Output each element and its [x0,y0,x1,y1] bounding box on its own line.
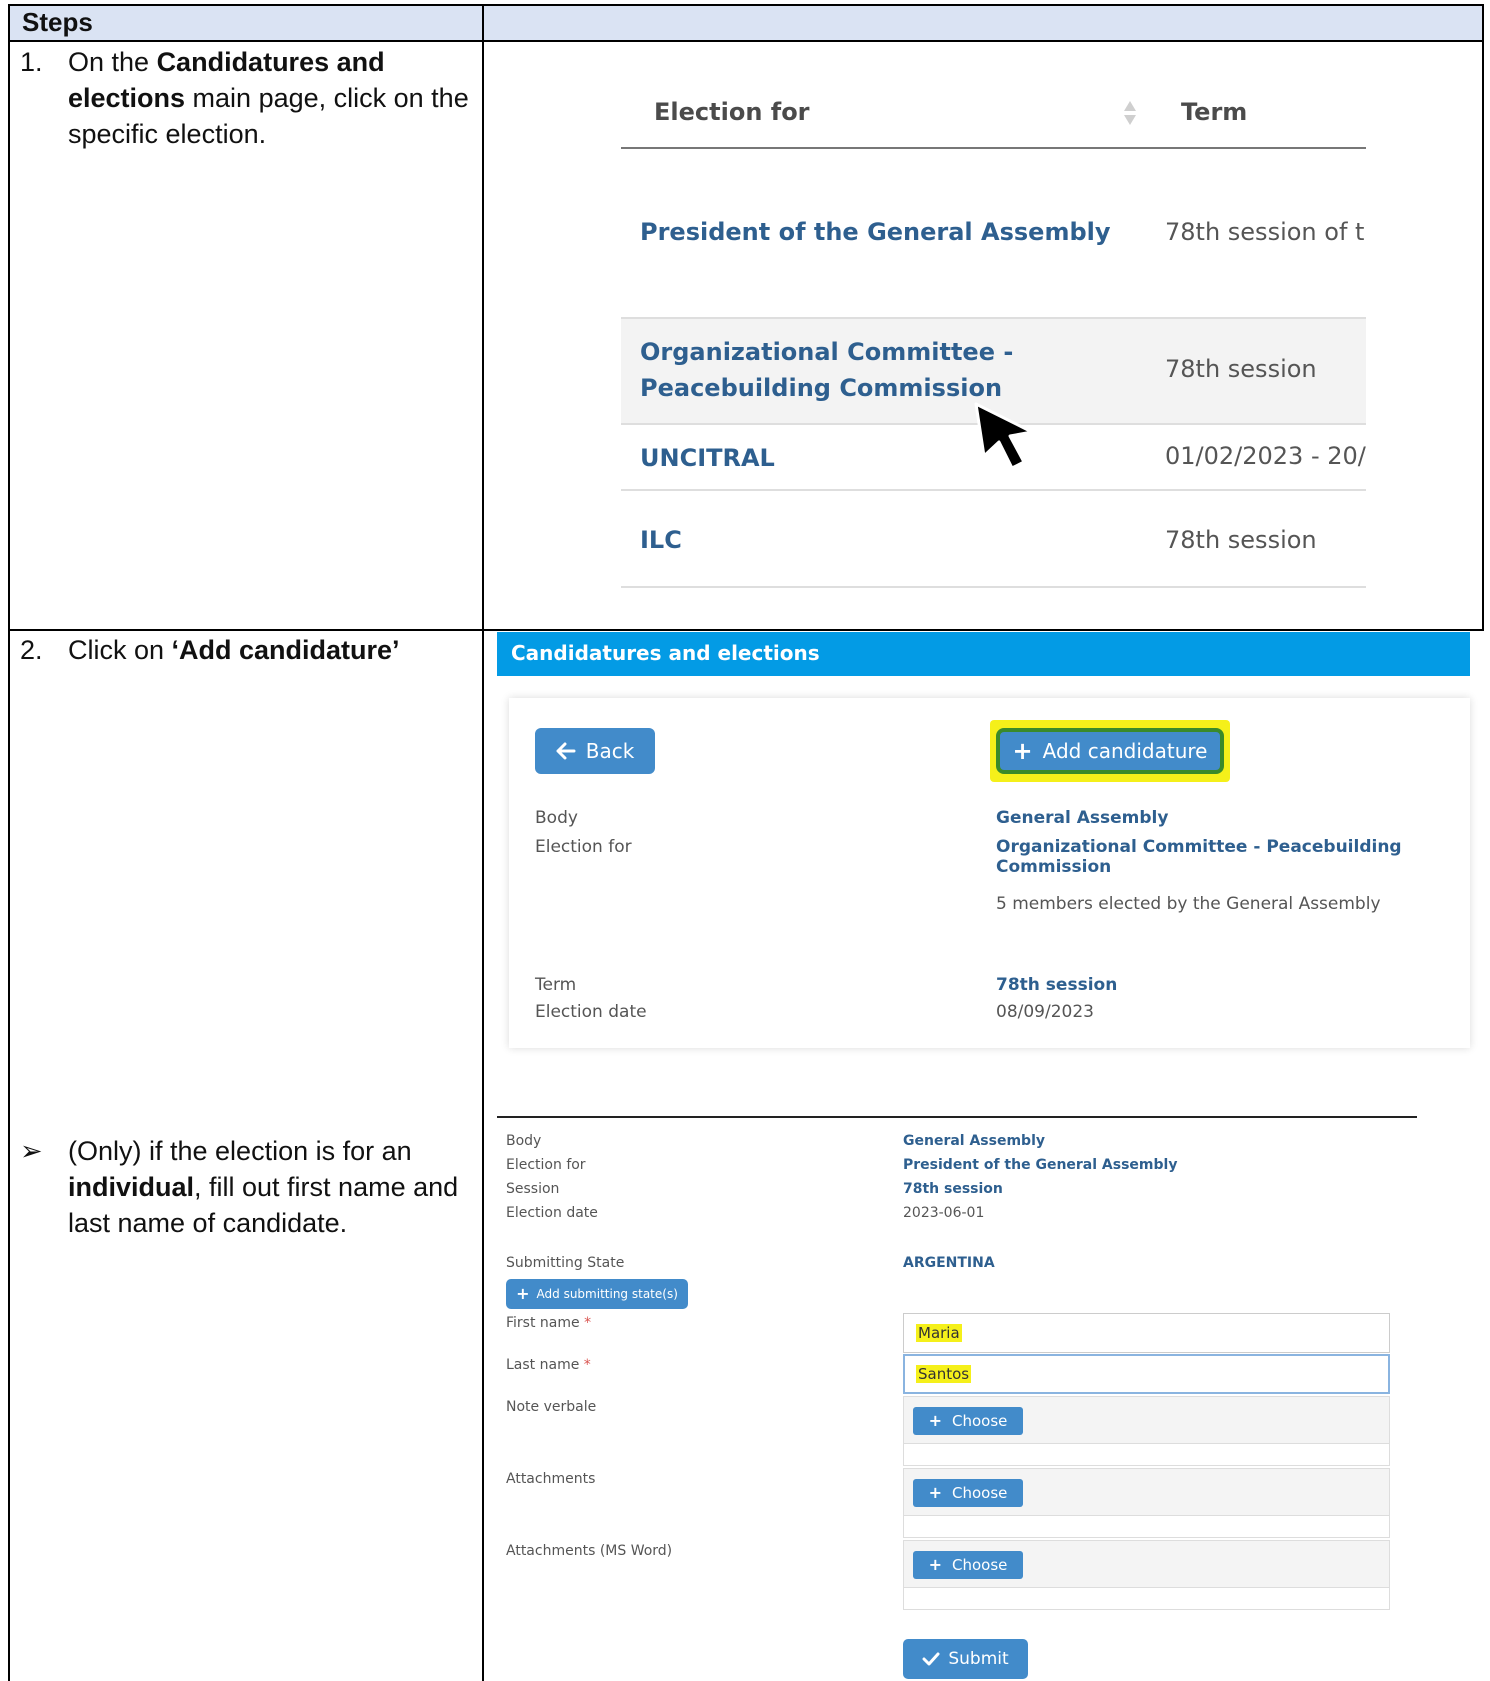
term-cell: 01/02/2023 - 20/03 [1165,442,1366,470]
body-label: Body [535,808,578,828]
page-title: Candidatures and elections [511,641,820,665]
step-1-text: On the Candidatures and elections main p… [68,47,469,149]
choose-button[interactable]: + Choose [913,1407,1023,1435]
submit-button[interactable]: Submit [903,1639,1028,1679]
term-cell: 78th session [1165,355,1317,383]
check-icon [922,1652,940,1666]
first-name-input[interactable]: Maria [903,1313,1390,1353]
header-divider [621,147,1366,149]
election-for-value-link[interactable]: Organizational Committee - Peacebuilding… [996,837,1490,877]
table-header-background [9,5,1483,41]
attachments-label: Attachments [506,1471,596,1487]
sort-icon[interactable] [1123,98,1137,128]
term-cell: 78th session of the [1165,218,1366,246]
election-link-organizational-committee[interactable]: Organizational Committee - Peacebuilding… [640,334,1013,406]
table-border-top [8,4,1484,6]
separator-line [497,1116,1417,1118]
attachments-word-label: Attachments (MS Word) [506,1543,673,1559]
form-election-date-value: 2023-06-01 [903,1205,985,1221]
election-date-label: Election date [535,1002,647,1022]
table-border-row [8,629,1484,631]
last-name-input[interactable]: Santos [903,1354,1390,1394]
election-link-uncitral[interactable]: UNCITRAL [640,440,775,476]
column-header-term[interactable]: Term [1181,98,1247,126]
table-border-left [8,4,10,1681]
plus-icon: + [1012,737,1033,765]
first-name-label: First name * [506,1315,592,1331]
election-link-ilc[interactable]: ILC [640,522,682,558]
form-election-date-label: Election date [506,1205,598,1221]
add-candidature-button[interactable]: + Add candidature [996,728,1224,774]
choose-button[interactable]: + Choose [913,1479,1023,1507]
form-election-for-label: Election for [506,1157,586,1173]
last-name-label: Last name * [506,1357,591,1373]
first-name-value: Maria [916,1324,962,1342]
mouse-cursor-icon [972,400,1042,472]
column-header-election-for[interactable]: Election for [654,98,810,126]
submitting-state-label: Submitting State [506,1255,625,1271]
form-body-value[interactable]: General Assembly [903,1133,1045,1149]
note-verbale-label: Note verbale [506,1399,597,1415]
table-border-header [8,40,1484,42]
plus-icon: + [516,1284,530,1303]
form-election-for-value[interactable]: President of the General Assembly [903,1157,1177,1173]
row-divider [621,586,1366,588]
elections-list: Election for Term President of the Gener… [621,80,1366,590]
steps-header: Steps [22,7,93,37]
form-body-label: Body [506,1133,542,1149]
row-divider [621,489,1366,491]
add-submitting-state-button[interactable]: + Add submitting state(s) [506,1279,688,1309]
term-label: Term [535,975,577,995]
arrow-left-icon [556,742,576,760]
step-1-number: 1. [20,47,43,77]
plus-icon: + [928,1555,942,1574]
term-cell: 78th session [1165,526,1317,554]
choose-button[interactable]: + Choose [913,1551,1023,1579]
election-description: 5 members elected by the General Assembl… [996,894,1381,914]
form-session-value[interactable]: 78th session [903,1181,1003,1197]
form-session-label: Session [506,1181,560,1197]
body-value-link[interactable]: General Assembly [996,808,1168,828]
step-2-text: Click on ‘Add candidature’ [68,635,400,665]
election-date-value: 08/09/2023 [996,1002,1094,1022]
table-border-right [1482,4,1484,631]
election-for-label: Election for [535,837,632,857]
step-3-text: (Only) if the election is for an individ… [68,1136,459,1238]
table-border-middle [482,4,484,1681]
plus-icon: + [928,1483,942,1502]
election-link-president[interactable]: President of the General Assembly [640,214,1111,250]
back-button[interactable]: Back [535,728,655,774]
plus-icon: + [928,1411,942,1430]
term-value-link[interactable]: 78th session [996,975,1117,995]
step-3-bullet: ➢ [20,1136,43,1166]
last-name-value: Santos [916,1365,972,1383]
step-2-number: 2. [20,635,43,665]
submitting-state-value: ARGENTINA [903,1255,995,1271]
